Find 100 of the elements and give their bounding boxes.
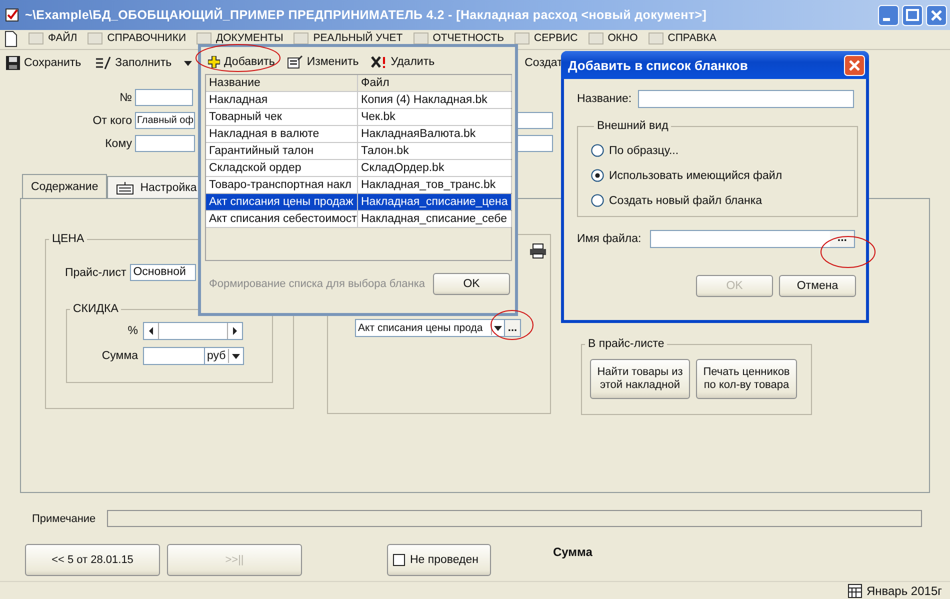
field-label: Имя файла: [577, 233, 642, 245]
fill-button[interactable]: Заполнить [95, 56, 172, 70]
maximize-icon[interactable] [902, 4, 923, 26]
radio-label: По образцу... [609, 144, 679, 156]
group-title: Внешний вид [596, 120, 670, 132]
table-cell: Накладная_тов_транс.bk [358, 177, 512, 193]
posted-toggle[interactable]: Не проведен [387, 544, 491, 576]
input-field[interactable] [517, 112, 553, 129]
save-button[interactable]: Сохранить [6, 56, 82, 70]
field-label: № [118, 92, 133, 104]
document-icon[interactable] [4, 31, 18, 47]
menu-icon [28, 31, 44, 45]
table-cell: Копия (4) Накладная.bk [358, 92, 512, 108]
table-cell: НакладнаяВалюта.bk [358, 126, 512, 142]
minimize-icon[interactable] [878, 4, 899, 26]
note-field[interactable] [106, 510, 922, 527]
radio-button[interactable] [591, 169, 604, 182]
action-button[interactable]: Печать ценников по кол-ву товара [696, 359, 797, 399]
highlight-ellipse [490, 309, 534, 341]
toolbar-button[interactable]: Изменить [286, 50, 359, 73]
action-button[interactable]: Найти товары из этой накладной [590, 359, 690, 399]
menu-item[interactable]: СЕРВИС [534, 32, 578, 44]
checkbox-icon [5, 8, 19, 22]
name-field[interactable] [638, 90, 854, 108]
close-icon[interactable] [844, 54, 865, 76]
keyboard-icon [116, 180, 134, 194]
table-cell: Товаро-транспортная накл [206, 177, 358, 193]
table-row[interactable]: Накладная Копия (4) Накладная.bk [206, 92, 511, 109]
radio-button[interactable] [591, 194, 604, 207]
radio-label: Использовать имеющийся файл [609, 170, 782, 182]
menu-icon [648, 31, 664, 45]
field-label: Примечание [32, 512, 96, 524]
checkbox-label: Не проведен [410, 554, 478, 566]
field-label: Название: [577, 93, 632, 105]
table-cell: Складской ордер [206, 160, 358, 176]
column-header[interactable]: Название [206, 75, 358, 91]
menu-item[interactable]: ДОКУМЕНТЫ [216, 32, 284, 44]
menu-item[interactable]: РЕАЛЬНЫЙ УЧЕТ [313, 32, 403, 44]
close-icon[interactable] [926, 4, 947, 26]
sum-label: Сумма [553, 545, 592, 559]
menu-item[interactable]: ФАЙЛ [48, 32, 78, 44]
group-title: В прайс-листе [587, 338, 666, 350]
blank-dropdown[interactable]: Акт списания цены прода [355, 319, 505, 337]
table-row[interactable]: Гарантийный талон Талон.bk [206, 143, 511, 160]
status-text: Январь 2015г [866, 584, 942, 598]
table-row[interactable]: Товарный чек Чек.bk [206, 109, 511, 126]
table-cell: СкладОрдер.bk [358, 160, 512, 176]
cancel-button[interactable]: Отмена [779, 275, 856, 297]
radio-label: Создать новый файл бланка [609, 194, 762, 206]
create-button[interactable]: Создат [524, 57, 562, 69]
highlight-ellipse [820, 235, 876, 269]
caret-icon[interactable] [184, 60, 192, 66]
toolbar-button[interactable]: Удалить [370, 50, 435, 73]
printer-icon[interactable] [529, 243, 547, 259]
edit-icon [286, 54, 303, 68]
calendar-icon [848, 584, 862, 598]
field-label: Сумма [100, 350, 139, 362]
input-field[interactable]: Главный оф [135, 112, 195, 129]
browse-button[interactable]: ... [505, 319, 521, 337]
input-field[interactable] [135, 89, 193, 106]
menu-item[interactable]: ОКНО [608, 32, 638, 44]
menu-icon [87, 31, 104, 45]
table-row[interactable]: Накладная в валюте НакладнаяВалюта.bk [206, 126, 511, 143]
input-field[interactable] [517, 135, 553, 152]
field-label: От кого [92, 114, 133, 126]
menu-item[interactable]: СПРАВОЧНИКИ [107, 32, 186, 44]
caret-icon [491, 321, 504, 335]
menu-item[interactable]: ОТЧЕТНОСТЬ [432, 32, 504, 44]
price-list-field[interactable]: Основной [130, 264, 196, 281]
group-title: ЦЕНА [51, 233, 86, 245]
table-cell: Накладная в валюте [206, 126, 358, 142]
cross-icon [370, 54, 387, 68]
menu-icon [588, 31, 604, 45]
checkbox[interactable] [393, 554, 405, 566]
spin-field[interactable] [143, 322, 243, 340]
previous-button[interactable]: << 5 от 28.01.15 [25, 544, 160, 576]
table-cell: Гарантийный талон [206, 143, 358, 159]
table-cell: Накладная [206, 92, 358, 108]
currency-dropdown[interactable]: руб [204, 347, 244, 365]
column-header[interactable]: Файл [358, 75, 512, 91]
table-row[interactable]: Товаро-транспортная накл Накладная_тов_транс.bk [206, 177, 511, 194]
ok-button[interactable]: OK [433, 273, 510, 295]
menu-item[interactable]: СПРАВКА [668, 32, 716, 44]
table-cell: Товарный чек [206, 109, 358, 125]
lines-icon [95, 56, 112, 70]
group-title: СКИДКА [72, 303, 120, 315]
input-field[interactable] [143, 347, 204, 365]
table-cell: Накладная_списание_цена [358, 194, 512, 210]
input-field[interactable] [135, 135, 195, 152]
field-label: Кому [104, 138, 133, 150]
tab[interactable]: Содержание [22, 174, 108, 198]
table-cell: Накладная_списание_себе [358, 211, 512, 227]
table-cell: Чек.bk [358, 109, 512, 125]
table-row[interactable]: Акт списания цены продаж Накладная_списание_цена [206, 194, 511, 211]
caret-icon [228, 349, 243, 363]
field-label: % [126, 325, 139, 337]
radio-button[interactable] [591, 144, 604, 157]
table-row[interactable]: Акт списания себестоимост Накладная_списание_себе [206, 211, 511, 228]
table-row[interactable]: Складской ордер СкладОрдер.bk [206, 160, 511, 177]
plus-icon [208, 56, 220, 68]
